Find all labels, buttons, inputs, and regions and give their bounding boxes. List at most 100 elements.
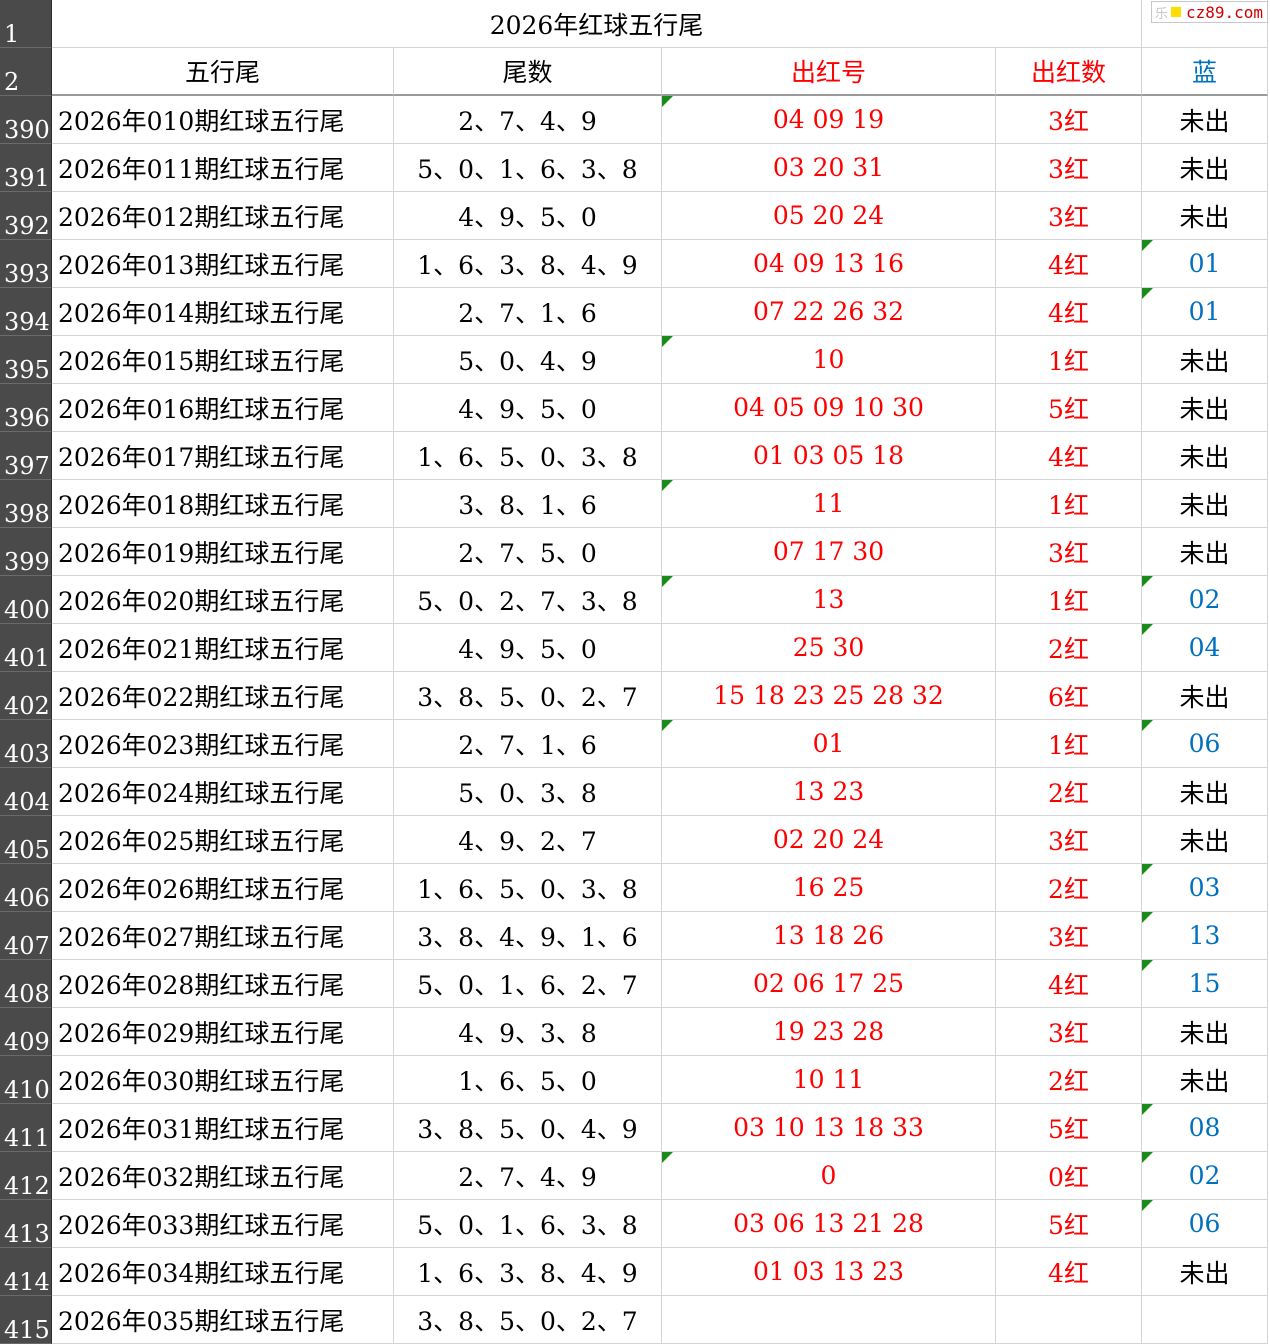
red-count-cell[interactable]: 1红 <box>996 480 1142 528</box>
blue-cell[interactable]: 06 <box>1142 720 1268 768</box>
red-count-cell[interactable]: 5红 <box>996 1200 1142 1248</box>
blue-cell[interactable]: 未出 <box>1142 96 1268 144</box>
tails-cell[interactable]: 1、6、3、8、4、9 <box>394 240 662 288</box>
period-cell[interactable]: 2026年022期红球五行尾 <box>52 672 394 720</box>
blue-cell[interactable]: 未出 <box>1142 480 1268 528</box>
red-numbers-cell[interactable]: 10 <box>662 336 996 384</box>
red-count-cell[interactable] <box>996 1296 1142 1344</box>
tails-cell[interactable]: 5、0、1、6、3、8 <box>394 1200 662 1248</box>
column-header-blue[interactable]: 蓝 <box>1142 48 1268 96</box>
tails-cell[interactable]: 1、6、5、0、3、8 <box>394 432 662 480</box>
period-cell[interactable]: 2026年035期红球五行尾 <box>52 1296 394 1344</box>
red-count-cell[interactable]: 4红 <box>996 240 1142 288</box>
red-count-cell[interactable]: 2红 <box>996 624 1142 672</box>
period-cell[interactable]: 2026年029期红球五行尾 <box>52 1008 394 1056</box>
row-header[interactable]: 408 <box>0 960 52 1008</box>
row-header[interactable]: 394 <box>0 288 52 336</box>
red-count-cell[interactable]: 3红 <box>996 912 1142 960</box>
blue-cell[interactable]: 06 <box>1142 1200 1268 1248</box>
tails-cell[interactable]: 2、7、1、6 <box>394 288 662 336</box>
red-count-cell[interactable]: 4红 <box>996 1248 1142 1296</box>
period-cell[interactable]: 2026年034期红球五行尾 <box>52 1248 394 1296</box>
red-count-cell[interactable]: 3红 <box>996 144 1142 192</box>
red-count-cell[interactable]: 6红 <box>996 672 1142 720</box>
red-count-cell[interactable]: 4红 <box>996 288 1142 336</box>
row-header[interactable]: 401 <box>0 624 52 672</box>
blue-cell[interactable] <box>1142 1296 1268 1344</box>
red-count-cell[interactable]: 2红 <box>996 864 1142 912</box>
red-numbers-cell[interactable]: 02 20 24 <box>662 816 996 864</box>
row-header[interactable]: 414 <box>0 1248 52 1296</box>
tails-cell[interactable]: 2、7、5、0 <box>394 528 662 576</box>
row-header[interactable]: 413 <box>0 1200 52 1248</box>
period-cell[interactable]: 2026年027期红球五行尾 <box>52 912 394 960</box>
blue-cell[interactable]: 未出 <box>1142 768 1268 816</box>
period-cell[interactable]: 2026年015期红球五行尾 <box>52 336 394 384</box>
tails-cell[interactable]: 3、8、5、0、2、7 <box>394 1296 662 1344</box>
blue-cell[interactable]: 未出 <box>1142 816 1268 864</box>
period-cell[interactable]: 2026年011期红球五行尾 <box>52 144 394 192</box>
blue-cell[interactable]: 02 <box>1142 1152 1268 1200</box>
blue-cell[interactable]: 未出 <box>1142 384 1268 432</box>
blue-cell[interactable]: 未出 <box>1142 1056 1268 1104</box>
period-cell[interactable]: 2026年025期红球五行尾 <box>52 816 394 864</box>
period-cell[interactable]: 2026年012期红球五行尾 <box>52 192 394 240</box>
blue-cell[interactable]: 未出 <box>1142 336 1268 384</box>
row-header[interactable]: 395 <box>0 336 52 384</box>
red-numbers-cell[interactable]: 03 06 13 21 28 <box>662 1200 996 1248</box>
period-cell[interactable]: 2026年023期红球五行尾 <box>52 720 394 768</box>
blue-cell[interactable]: 15 <box>1142 960 1268 1008</box>
row-header[interactable]: 402 <box>0 672 52 720</box>
red-numbers-cell[interactable]: 13 18 26 <box>662 912 996 960</box>
blue-cell[interactable]: 01 <box>1142 240 1268 288</box>
red-numbers-cell[interactable]: 01 <box>662 720 996 768</box>
blue-cell[interactable]: 08 <box>1142 1104 1268 1152</box>
red-numbers-cell[interactable]: 11 <box>662 480 996 528</box>
tails-cell[interactable]: 2、7、4、9 <box>394 1152 662 1200</box>
red-numbers-cell[interactable]: 0 <box>662 1152 996 1200</box>
row-header[interactable]: 411 <box>0 1104 52 1152</box>
period-cell[interactable]: 2026年021期红球五行尾 <box>52 624 394 672</box>
row-header[interactable]: 2 <box>0 48 52 96</box>
row-header[interactable]: 403 <box>0 720 52 768</box>
blue-cell[interactable]: 02 <box>1142 576 1268 624</box>
red-count-cell[interactable]: 4红 <box>996 960 1142 1008</box>
row-header[interactable]: 399 <box>0 528 52 576</box>
red-numbers-cell[interactable]: 01 03 05 18 <box>662 432 996 480</box>
blue-cell[interactable]: 03 <box>1142 864 1268 912</box>
red-numbers-cell[interactable] <box>662 1296 996 1344</box>
period-cell[interactable]: 2026年031期红球五行尾 <box>52 1104 394 1152</box>
tails-cell[interactable]: 3、8、1、6 <box>394 480 662 528</box>
tails-cell[interactable]: 3、8、5、0、2、7 <box>394 672 662 720</box>
red-numbers-cell[interactable]: 13 <box>662 576 996 624</box>
row-header[interactable]: 406 <box>0 864 52 912</box>
blue-cell[interactable]: 未出 <box>1142 1008 1268 1056</box>
row-header[interactable]: 415 <box>0 1296 52 1344</box>
blue-cell[interactable]: 未出 <box>1142 192 1268 240</box>
red-count-cell[interactable]: 2红 <box>996 1056 1142 1104</box>
red-numbers-cell[interactable]: 07 17 30 <box>662 528 996 576</box>
period-cell[interactable]: 2026年017期红球五行尾 <box>52 432 394 480</box>
column-header-period[interactable]: 五行尾 <box>52 48 394 96</box>
red-numbers-cell[interactable]: 13 23 <box>662 768 996 816</box>
period-cell[interactable]: 2026年010期红球五行尾 <box>52 96 394 144</box>
tails-cell[interactable]: 4、9、5、0 <box>394 384 662 432</box>
tails-cell[interactable]: 5、0、4、9 <box>394 336 662 384</box>
period-cell[interactable]: 2026年019期红球五行尾 <box>52 528 394 576</box>
row-header[interactable]: 396 <box>0 384 52 432</box>
column-header-tails[interactable]: 尾数 <box>394 48 662 96</box>
red-numbers-cell[interactable]: 05 20 24 <box>662 192 996 240</box>
period-cell[interactable]: 2026年014期红球五行尾 <box>52 288 394 336</box>
period-cell[interactable]: 2026年026期红球五行尾 <box>52 864 394 912</box>
red-count-cell[interactable]: 2红 <box>996 768 1142 816</box>
red-count-cell[interactable]: 3红 <box>996 1008 1142 1056</box>
red-numbers-cell[interactable]: 25 30 <box>662 624 996 672</box>
red-numbers-cell[interactable]: 15 18 23 25 28 32 <box>662 672 996 720</box>
period-cell[interactable]: 2026年024期红球五行尾 <box>52 768 394 816</box>
red-count-cell[interactable]: 1红 <box>996 336 1142 384</box>
blue-cell[interactable]: 未出 <box>1142 1248 1268 1296</box>
period-cell[interactable]: 2026年028期红球五行尾 <box>52 960 394 1008</box>
red-numbers-cell[interactable]: 02 06 17 25 <box>662 960 996 1008</box>
red-numbers-cell[interactable]: 16 25 <box>662 864 996 912</box>
tails-cell[interactable]: 5、0、3、8 <box>394 768 662 816</box>
